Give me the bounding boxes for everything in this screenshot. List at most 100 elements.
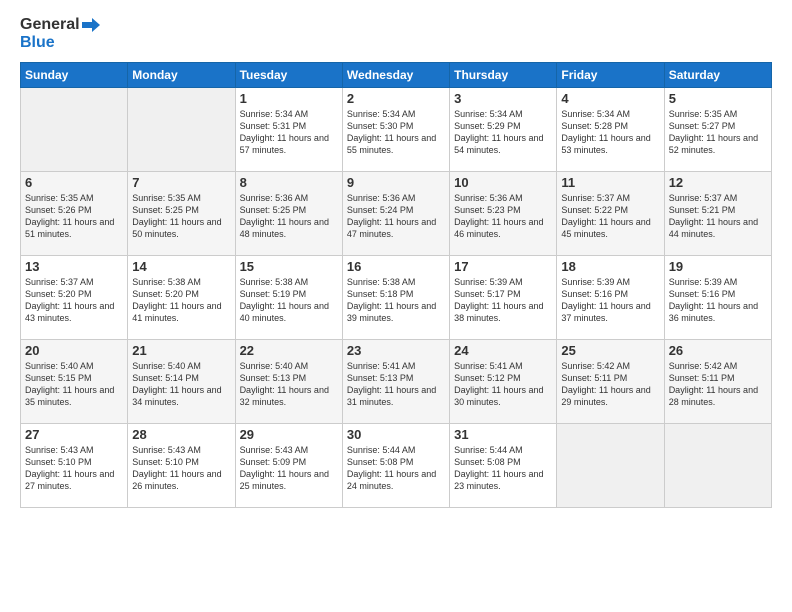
- day-info: Sunrise: 5:42 AM Sunset: 5:11 PM Dayligh…: [669, 360, 767, 409]
- day-number: 24: [454, 343, 552, 358]
- day-number: 17: [454, 259, 552, 274]
- day-info: Sunrise: 5:37 AM Sunset: 5:21 PM Dayligh…: [669, 192, 767, 241]
- calendar-cell: 12 Sunrise: 5:37 AM Sunset: 5:21 PM Dayli…: [664, 171, 771, 255]
- day-info: Sunrise: 5:38 AM Sunset: 5:18 PM Dayligh…: [347, 276, 445, 325]
- calendar-cell: 24Sunrise: 5:41 AM Sunset: 5:12 PM Dayli…: [450, 339, 557, 423]
- day-info: Sunrise: 5:40 AM Sunset: 5:15 PM Dayligh…: [25, 360, 123, 409]
- day-number: 20: [25, 343, 123, 358]
- day-info: Sunrise: 5:39 AM Sunset: 5:17 PM Dayligh…: [454, 276, 552, 325]
- day-number: 25: [561, 343, 659, 358]
- calendar-cell: 14Sunrise: 5:38 AM Sunset: 5:20 PM Dayli…: [128, 255, 235, 339]
- day-info: Sunrise: 5:35 AM Sunset: 5:26 PM Dayligh…: [25, 192, 123, 241]
- day-number: 10: [454, 175, 552, 190]
- weekday-header: Wednesday: [342, 62, 449, 87]
- day-number: 7: [132, 175, 230, 190]
- calendar-cell: 27 Sunrise: 5:43 AM Sunset: 5:10 PM Dayli…: [21, 423, 128, 507]
- logo-arrow-icon: [82, 16, 100, 34]
- calendar-week-row: 13 Sunrise: 5:37 AM Sunset: 5:20 PM Dayli…: [21, 255, 772, 339]
- day-number: 18: [561, 259, 659, 274]
- day-number: 2: [347, 91, 445, 106]
- calendar-cell: 26 Sunrise: 5:42 AM Sunset: 5:11 PM Dayli…: [664, 339, 771, 423]
- logo-text-block: General Blue: [20, 16, 100, 52]
- logo-blue: Blue: [20, 34, 55, 52]
- day-info: Sunrise: 5:34 AM Sunset: 5:28 PM Dayligh…: [561, 108, 659, 157]
- calendar-cell: [128, 87, 235, 171]
- weekday-header: Monday: [128, 62, 235, 87]
- weekday-header: Thursday: [450, 62, 557, 87]
- day-number: 19: [669, 259, 767, 274]
- weekday-header: Sunday: [21, 62, 128, 87]
- calendar-cell: 13 Sunrise: 5:37 AM Sunset: 5:20 PM Dayli…: [21, 255, 128, 339]
- calendar-cell: 30 Sunrise: 5:44 AM Sunset: 5:08 PM Dayli…: [342, 423, 449, 507]
- weekday-header: Friday: [557, 62, 664, 87]
- calendar-cell: 5 Sunrise: 5:35 AM Sunset: 5:27 PM Daylig…: [664, 87, 771, 171]
- calendar-cell: 29Sunrise: 5:43 AM Sunset: 5:09 PM Dayli…: [235, 423, 342, 507]
- calendar-week-row: 1 Sunrise: 5:34 AM Sunset: 5:31 PM Daylig…: [21, 87, 772, 171]
- day-info: Sunrise: 5:43 AM Sunset: 5:10 PM Dayligh…: [25, 444, 123, 493]
- calendar-cell: [557, 423, 664, 507]
- calendar-cell: 1 Sunrise: 5:34 AM Sunset: 5:31 PM Daylig…: [235, 87, 342, 171]
- calendar-cell: 2 Sunrise: 5:34 AM Sunset: 5:30 PM Daylig…: [342, 87, 449, 171]
- day-number: 9: [347, 175, 445, 190]
- logo-general: General: [20, 16, 80, 34]
- day-info: Sunrise: 5:37 AM Sunset: 5:22 PM Dayligh…: [561, 192, 659, 241]
- calendar-cell: 18Sunrise: 5:39 AM Sunset: 5:16 PM Dayli…: [557, 255, 664, 339]
- weekday-header: Saturday: [664, 62, 771, 87]
- day-info: Sunrise: 5:44 AM Sunset: 5:08 PM Dayligh…: [347, 444, 445, 493]
- calendar-cell: 19Sunrise: 5:39 AM Sunset: 5:16 PM Dayli…: [664, 255, 771, 339]
- day-info: Sunrise: 5:38 AM Sunset: 5:20 PM Dayligh…: [132, 276, 230, 325]
- page: General Blue SundayMondayTuesdayWednesda…: [0, 0, 792, 612]
- weekday-header: Tuesday: [235, 62, 342, 87]
- calendar: SundayMondayTuesdayWednesdayThursdayFrid…: [20, 62, 772, 508]
- calendar-cell: 28 Sunrise: 5:43 AM Sunset: 5:10 PM Dayli…: [128, 423, 235, 507]
- day-number: 27: [25, 427, 123, 442]
- day-number: 16: [347, 259, 445, 274]
- day-number: 11: [561, 175, 659, 190]
- day-number: 3: [454, 91, 552, 106]
- calendar-cell: 17 Sunrise: 5:39 AM Sunset: 5:17 PM Dayli…: [450, 255, 557, 339]
- header: General Blue: [20, 16, 772, 52]
- day-number: 5: [669, 91, 767, 106]
- day-info: Sunrise: 5:36 AM Sunset: 5:23 PM Dayligh…: [454, 192, 552, 241]
- day-info: Sunrise: 5:43 AM Sunset: 5:09 PM Dayligh…: [240, 444, 338, 493]
- calendar-cell: [21, 87, 128, 171]
- calendar-cell: 16 Sunrise: 5:38 AM Sunset: 5:18 PM Dayli…: [342, 255, 449, 339]
- day-number: 15: [240, 259, 338, 274]
- calendar-cell: 7 Sunrise: 5:35 AM Sunset: 5:25 PM Daylig…: [128, 171, 235, 255]
- day-info: Sunrise: 5:37 AM Sunset: 5:20 PM Dayligh…: [25, 276, 123, 325]
- day-info: Sunrise: 5:44 AM Sunset: 5:08 PM Dayligh…: [454, 444, 552, 493]
- calendar-week-row: 20 Sunrise: 5:40 AM Sunset: 5:15 PM Dayli…: [21, 339, 772, 423]
- day-number: 12: [669, 175, 767, 190]
- day-info: Sunrise: 5:38 AM Sunset: 5:19 PM Dayligh…: [240, 276, 338, 325]
- day-info: Sunrise: 5:34 AM Sunset: 5:31 PM Dayligh…: [240, 108, 338, 157]
- day-info: Sunrise: 5:43 AM Sunset: 5:10 PM Dayligh…: [132, 444, 230, 493]
- day-number: 26: [669, 343, 767, 358]
- day-number: 22: [240, 343, 338, 358]
- day-info: Sunrise: 5:40 AM Sunset: 5:13 PM Dayligh…: [240, 360, 338, 409]
- day-info: Sunrise: 5:40 AM Sunset: 5:14 PM Dayligh…: [132, 360, 230, 409]
- day-number: 13: [25, 259, 123, 274]
- calendar-cell: 10 Sunrise: 5:36 AM Sunset: 5:23 PM Dayli…: [450, 171, 557, 255]
- calendar-cell: 9 Sunrise: 5:36 AM Sunset: 5:24 PM Daylig…: [342, 171, 449, 255]
- day-info: Sunrise: 5:41 AM Sunset: 5:13 PM Dayligh…: [347, 360, 445, 409]
- calendar-cell: 23Sunrise: 5:41 AM Sunset: 5:13 PM Dayli…: [342, 339, 449, 423]
- day-info: Sunrise: 5:36 AM Sunset: 5:24 PM Dayligh…: [347, 192, 445, 241]
- calendar-cell: 25Sunrise: 5:42 AM Sunset: 5:11 PM Dayli…: [557, 339, 664, 423]
- day-number: 30: [347, 427, 445, 442]
- day-info: Sunrise: 5:35 AM Sunset: 5:25 PM Dayligh…: [132, 192, 230, 241]
- day-info: Sunrise: 5:34 AM Sunset: 5:30 PM Dayligh…: [347, 108, 445, 157]
- calendar-cell: 15 Sunrise: 5:38 AM Sunset: 5:19 PM Dayli…: [235, 255, 342, 339]
- logo: General Blue: [20, 16, 100, 52]
- day-number: 6: [25, 175, 123, 190]
- day-number: 31: [454, 427, 552, 442]
- day-number: 28: [132, 427, 230, 442]
- calendar-cell: 31 Sunrise: 5:44 AM Sunset: 5:08 PM Dayli…: [450, 423, 557, 507]
- calendar-cell: [664, 423, 771, 507]
- calendar-week-row: 6 Sunrise: 5:35 AM Sunset: 5:26 PM Daylig…: [21, 171, 772, 255]
- calendar-cell: 6 Sunrise: 5:35 AM Sunset: 5:26 PM Daylig…: [21, 171, 128, 255]
- weekday-header-row: SundayMondayTuesdayWednesdayThursdayFrid…: [21, 62, 772, 87]
- day-info: Sunrise: 5:36 AM Sunset: 5:25 PM Dayligh…: [240, 192, 338, 241]
- day-number: 4: [561, 91, 659, 106]
- day-info: Sunrise: 5:35 AM Sunset: 5:27 PM Dayligh…: [669, 108, 767, 157]
- day-number: 1: [240, 91, 338, 106]
